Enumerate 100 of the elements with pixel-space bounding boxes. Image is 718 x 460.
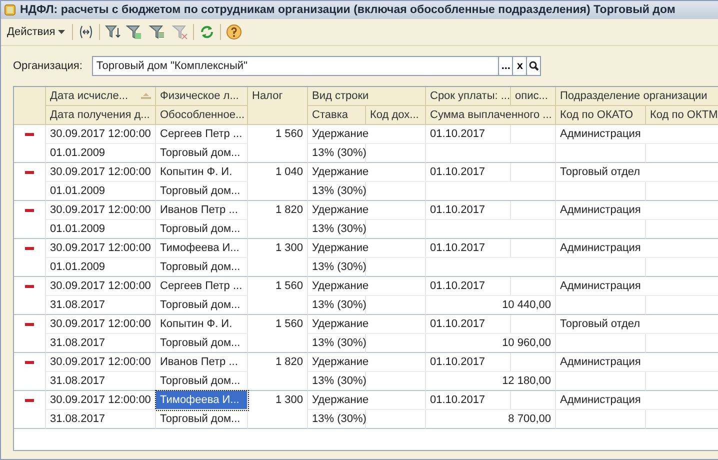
- table-cell: 30.09.2017 12:00:00: [46, 353, 156, 372]
- column-header[interactable]: Код по ОКТМ: [646, 106, 718, 125]
- table-cell: 1 300: [248, 391, 308, 429]
- empty-cell: [366, 144, 426, 163]
- column-header[interactable]: Ставка: [308, 106, 366, 125]
- column-header[interactable]: Обособленное...: [156, 106, 248, 125]
- column-header[interactable]: Налог: [248, 87, 308, 125]
- table-cell: 13% (30%): [308, 410, 366, 429]
- empty-cell: [366, 220, 426, 239]
- minus-icon: [25, 323, 34, 326]
- table-cell: 30.09.2017 12:00:00: [46, 239, 156, 258]
- empty-cell: [511, 391, 556, 410]
- table-cell: Торговый дом...: [156, 144, 248, 163]
- empty-cell: [511, 315, 556, 334]
- table-cell: 01.10.2017: [426, 353, 511, 372]
- column-header[interactable]: Код по ОКАТО: [556, 106, 646, 125]
- table-cell: Торговый дом...: [156, 296, 248, 315]
- column-header[interactable]: Физическое л...: [156, 87, 248, 106]
- table-cell: Администрация: [556, 391, 718, 410]
- minus-icon: [25, 285, 34, 288]
- column-header[interactable]: Срок уплаты: ...: [426, 87, 511, 106]
- select-button[interactable]: ...: [498, 57, 512, 75]
- table-cell: 1 820: [248, 201, 308, 239]
- search-button[interactable]: [526, 57, 540, 75]
- empty-cell: [511, 163, 556, 182]
- table-cell: 13% (30%): [308, 144, 366, 163]
- table-cell: 01.10.2017: [426, 315, 511, 334]
- table-cell: 31.08.2017: [46, 334, 156, 353]
- table-cell: 30.09.2017 12:00:00: [46, 163, 156, 182]
- table-cell: 01.01.2009: [46, 220, 156, 239]
- refresh-icon[interactable]: [199, 24, 216, 40]
- table-cell: Удержание: [308, 315, 426, 334]
- table-cell: 30.09.2017 12:00:00: [46, 315, 156, 334]
- table-cell: Тимофеева И...: [156, 239, 248, 258]
- document-icon: [4, 4, 16, 16]
- table-cell: Торговый дом...: [156, 334, 248, 353]
- table-cell: Иванов Петр ...: [156, 201, 248, 220]
- column-header[interactable]: Код дох...: [366, 106, 426, 125]
- minus-icon: [25, 133, 34, 136]
- table-cell: Торговый отдел: [556, 315, 718, 334]
- minus-icon: [25, 399, 34, 402]
- table-cell: 13% (30%): [308, 182, 366, 201]
- column-header[interactable]: Подразделение организации: [556, 87, 718, 106]
- empty-cell: [511, 277, 556, 296]
- table-cell: 13% (30%): [308, 296, 366, 315]
- table-cell: Администрация: [556, 277, 718, 296]
- table-cell: 10 440,00: [426, 296, 556, 315]
- table-cell: 01.10.2017: [426, 125, 511, 144]
- table-cell: Администрация: [556, 353, 718, 372]
- help-icon[interactable]: [226, 24, 242, 40]
- table-cell: Удержание: [308, 201, 426, 220]
- table-cell: Торговый дом...: [156, 220, 248, 239]
- table-cell: Удержание: [308, 391, 426, 410]
- table-cell: 1 300: [248, 239, 308, 277]
- organization-label: Организация:: [13, 60, 82, 72]
- table-cell: Торговый дом...: [156, 410, 248, 429]
- table-cell: 01.10.2017: [426, 391, 511, 410]
- table-cell: 1 560: [248, 315, 308, 353]
- table-cell: Удержание: [308, 239, 426, 258]
- minus-icon: [25, 361, 34, 364]
- table-cell: Тимофеева И...: [156, 391, 248, 410]
- empty-cell: [366, 258, 426, 277]
- table-cell: 1 560: [248, 277, 308, 315]
- table-cell: Торговый отдел: [556, 163, 718, 182]
- expand-arrows-icon[interactable]: [78, 24, 94, 40]
- table-cell: 13% (30%): [308, 334, 366, 353]
- table-cell: Удержание: [308, 125, 426, 144]
- actions-menu[interactable]: Действия: [5, 24, 68, 40]
- table-cell: Администрация: [556, 239, 718, 258]
- table-cell: Удержание: [308, 163, 426, 182]
- empty-cell: [511, 125, 556, 144]
- table-cell: 30.09.2017 12:00:00: [46, 277, 156, 296]
- organization-field[interactable]: Торговый дом "Комплексный" ... x: [92, 56, 542, 76]
- caret-icon: [58, 30, 66, 34]
- empty-cell: [366, 296, 426, 315]
- column-header[interactable]: Дата получения д...: [46, 106, 156, 125]
- table-cell: Администрация: [556, 125, 718, 144]
- table-cell: Удержание: [308, 277, 426, 296]
- filter-icon[interactable]: [126, 24, 142, 40]
- table-cell: Торговый дом...: [156, 258, 248, 277]
- table-cell: 8 700,00: [426, 410, 556, 429]
- table-cell: Копытин Ф. И.: [156, 315, 248, 334]
- table-cell: 1 560: [248, 125, 308, 163]
- header-corner: [14, 87, 46, 125]
- table-cell: 30.09.2017 12:00:00: [46, 125, 156, 144]
- column-header[interactable]: Вид строки: [308, 87, 426, 106]
- column-header[interactable]: Дата исчисле...: [46, 87, 156, 106]
- table-cell: 01.01.2009: [46, 182, 156, 201]
- table-cell: 13% (30%): [308, 372, 366, 391]
- table-cell: 01.10.2017: [426, 277, 511, 296]
- column-header[interactable]: Сумма выплаченного ...: [426, 106, 556, 125]
- table-cell: 01.01.2009: [46, 144, 156, 163]
- empty-cell: [511, 239, 556, 258]
- table-cell: 31.08.2017: [46, 410, 156, 429]
- table-cell: 30.09.2017 12:00:00: [46, 201, 156, 220]
- column-header[interactable]: опис...: [511, 87, 556, 106]
- table-cell: 10 960,00: [426, 334, 556, 353]
- filter-icon[interactable]: [105, 24, 122, 40]
- table-cell: 12 180,00: [426, 372, 556, 391]
- table-cell: 31.08.2017: [46, 372, 156, 391]
